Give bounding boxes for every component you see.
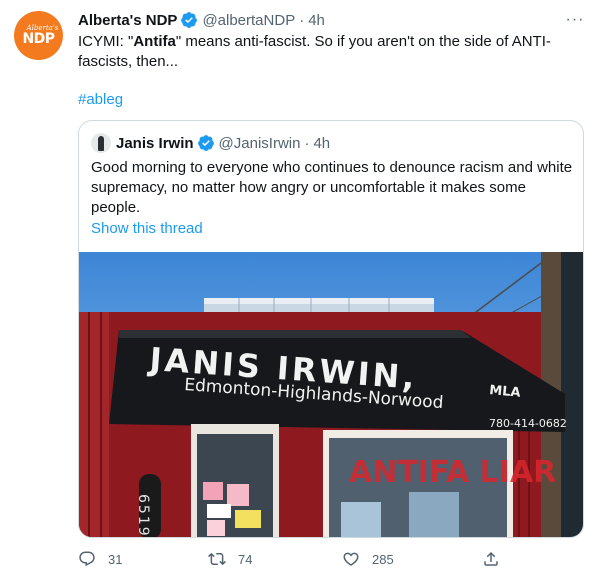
share-count-group: 285 [342, 548, 394, 570]
verified-badge-icon [181, 12, 198, 28]
sign-mla-text: MLA [489, 383, 521, 401]
tweet-text-prefix: ICYMI: " [78, 33, 134, 50]
retweet-count: 74 [238, 551, 253, 567]
avatar-logo-text: NDP [22, 31, 55, 47]
tweet-text-bold: Antifa [133, 33, 176, 50]
author-avatar[interactable]: Alberta's NDP [14, 11, 63, 60]
share-icon [484, 551, 498, 566]
separator-dot: · [304, 134, 310, 152]
quoted-tweet-photo[interactable]: JANIS IRWIN, MLA Edmonton-Highlands-Norw… [79, 252, 584, 538]
sign-phone-text: 780-414-0682 [489, 417, 567, 430]
avatar-figure [98, 136, 104, 151]
tweet-header: Alberta's NDP @albertaNDP · 4h [78, 10, 325, 30]
quoted-author-handle[interactable]: @JanisIrwin [219, 135, 301, 152]
reply-button[interactable]: 31 [78, 548, 122, 570]
retweet-button[interactable]: 74 [208, 548, 252, 570]
share-count: 285 [372, 551, 394, 567]
author-name[interactable]: Alberta's NDP [78, 12, 177, 29]
separator-dot: · [299, 11, 305, 29]
quoted-tweet-timestamp[interactable]: 4h [313, 135, 330, 152]
quoted-author-name[interactable]: Janis Irwin [116, 135, 194, 152]
quoted-tweet-text: Good morning to everyone who continues t… [91, 159, 573, 216]
storefront-door [191, 424, 279, 537]
tweet[interactable]: Alberta's NDP Alberta's NDP @albertaNDP … [0, 0, 601, 580]
verified-badge-icon [197, 135, 214, 151]
more-options-icon[interactable]: ··· [563, 10, 587, 30]
tweet-actions: 31 74 285 [78, 548, 588, 570]
author-handle[interactable]: @albertaNDP [202, 12, 295, 29]
tweet-text: ICYMI: "Antifa" means anti-fascist. So i… [78, 32, 583, 72]
address-number-text: 6519 [135, 494, 151, 538]
quoted-tweet[interactable]: Janis Irwin @JanisIrwin · 4h Good mornin… [78, 120, 584, 538]
hashtag-link[interactable]: #ableg [78, 90, 123, 110]
tweet-timestamp[interactable]: 4h [308, 12, 325, 29]
share-button[interactable] [482, 548, 512, 570]
show-thread-link[interactable]: Show this thread [91, 219, 203, 239]
quoted-author-avatar[interactable] [91, 133, 111, 153]
quoted-tweet-header: Janis Irwin @JanisIrwin · 4h [116, 133, 330, 153]
reply-icon [79, 551, 95, 567]
graffiti-text: ANTIFA LIAR [349, 455, 556, 490]
reply-count: 31 [108, 551, 123, 567]
retweet-icon [208, 552, 226, 566]
